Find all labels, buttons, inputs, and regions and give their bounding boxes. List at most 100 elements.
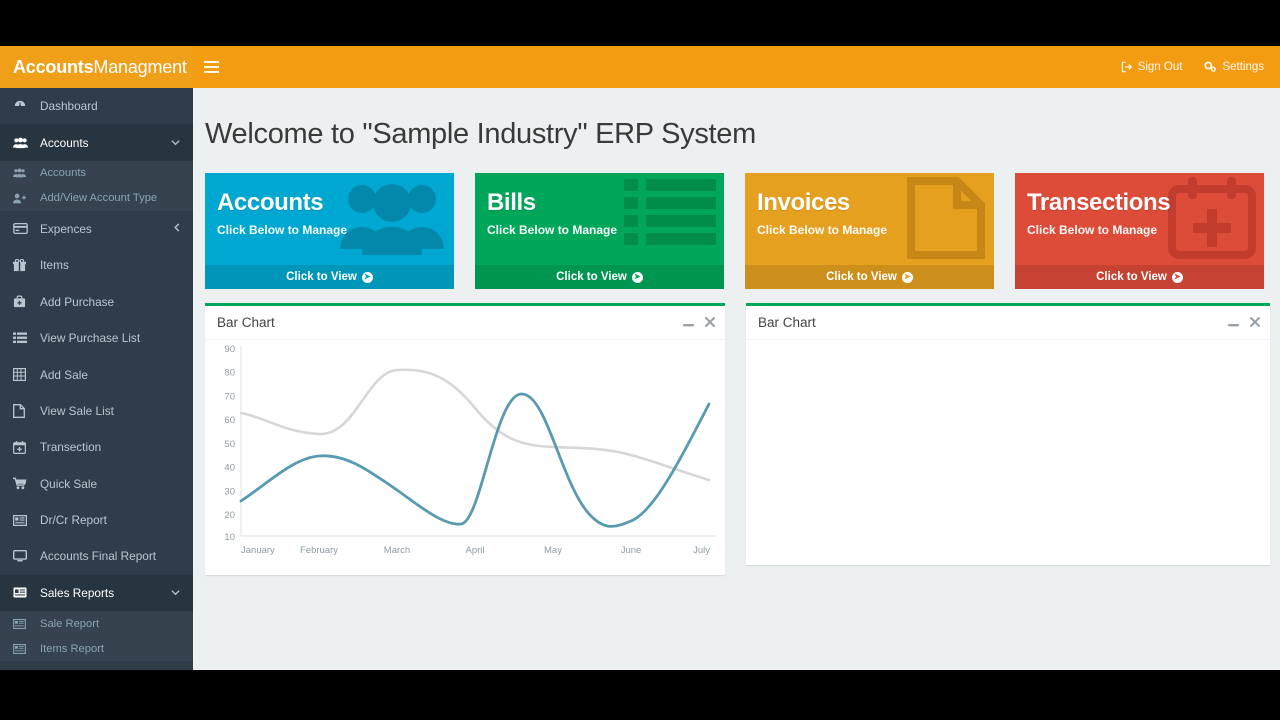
panel-tools (683, 316, 715, 329)
sidebar: Dashboard Accounts Accounts Add/View Acc… (0, 88, 193, 670)
svg-text:February: February (300, 545, 338, 556)
card-invoices[interactable]: Invoices Click Below to Manage Click to … (745, 173, 994, 289)
card-subtitle: Click Below to Manage (217, 223, 348, 237)
sidebar-item-dashboard[interactable]: Dashboard (0, 88, 193, 124)
chevron-down-icon (171, 137, 180, 148)
arrow-right-icon: ➤ (901, 271, 913, 283)
card-accounts[interactable]: Accounts Click Below to Manage Click to … (205, 173, 454, 289)
gear-icon (1204, 61, 1217, 73)
card-title: Accounts (217, 189, 324, 216)
close-icon[interactable] (705, 316, 715, 329)
sidebar-item-accounts[interactable]: Accounts (0, 124, 193, 161)
sign-out-icon (1121, 61, 1133, 73)
navbar-right-links: Sign Out Settings (1121, 61, 1280, 73)
sidebar-item-dr-cr-report[interactable]: Dr/Cr Report (0, 502, 193, 538)
cart-icon (13, 477, 31, 490)
card-footer-link[interactable]: Click to View ➤ (205, 265, 454, 289)
sidebar-subitem-accounts[interactable]: Accounts (0, 161, 193, 186)
panel-title: Bar Chart (758, 315, 816, 330)
sidebar-item-label: Items (40, 258, 69, 273)
sidebar-item-view-purchase-list[interactable]: View Purchase List (0, 320, 193, 356)
minus-icon[interactable] (683, 316, 694, 329)
brand-bold: Accounts (13, 56, 94, 77)
card-subtitle: Click Below to Manage (1027, 223, 1158, 237)
svg-text:10: 10 (224, 532, 235, 543)
sidebar-item-add-purchase[interactable]: Add Purchase (0, 284, 193, 320)
page-title: Welcome to "Sample Industry" ERP System (205, 118, 756, 150)
sidebar-item-sales-reports[interactable]: Sales Reports (0, 574, 193, 612)
gift-icon (13, 258, 31, 272)
sidebar-subitem-sale-report[interactable]: Sale Report (0, 611, 193, 636)
minus-icon[interactable] (1228, 316, 1239, 329)
sidebar-subitem-label: Add/View Account Type (40, 192, 158, 205)
sidebar-item-label: Dashboard (40, 99, 98, 114)
settings-button[interactable]: Settings (1204, 61, 1264, 73)
card-footer-label: Click to View (556, 271, 627, 283)
close-icon[interactable] (1250, 316, 1260, 329)
dashboard-icon (13, 99, 31, 113)
chart-series-b (239, 392, 711, 528)
file-icon (13, 403, 31, 418)
brand-light: Managment (93, 56, 187, 77)
main-content: Welcome to "Sample Industry" ERP System … (193, 88, 1280, 670)
card-footer-link[interactable]: Click to View ➤ (1015, 265, 1264, 289)
sidebar-item-add-sale[interactable]: Add Sale (0, 356, 193, 392)
hamburger-icon[interactable] (193, 46, 229, 88)
card-footer-label: Click to View (826, 271, 897, 283)
settings-label: Settings (1222, 61, 1264, 73)
svg-text:80: 80 (224, 368, 235, 379)
sidebar-item-view-sale-list[interactable]: View Sale List (0, 393, 193, 429)
card-footer-label: Click to View (1096, 271, 1167, 283)
sign-out-button[interactable]: Sign Out (1121, 61, 1182, 73)
arrow-right-icon: ➤ (631, 271, 643, 283)
sidebar-item-transection[interactable]: Transection (0, 429, 193, 465)
chart-panels: Bar Chart 90 80 70 60 50 40 30 20 10 Jan… (193, 289, 1280, 575)
sidebar-item-label: View Purchase List (40, 331, 141, 346)
sidebar-item-label: Transection (40, 440, 102, 455)
svg-text:20: 20 (224, 510, 235, 521)
svg-text:March: March (384, 545, 410, 556)
users-icon (13, 168, 31, 178)
card-footer-link[interactable]: Click to View ➤ (475, 265, 724, 289)
svg-text:70: 70 (224, 392, 235, 403)
sales-reports-submenu: Sale Report Items Report (0, 611, 193, 662)
svg-text:May: May (544, 545, 562, 556)
y-tick-labels: 90 80 70 60 50 40 30 20 10 (224, 344, 235, 543)
sidebar-item-accounts-final-report[interactable]: Accounts Final Report (0, 538, 193, 574)
svg-text:50: 50 (224, 439, 235, 450)
sidebar-item-label: Add Purchase (40, 294, 115, 309)
card-bills[interactable]: Bills Click Below to Manage Click to Vie… (475, 173, 724, 289)
briefcase-icon (13, 295, 31, 308)
panel-bar-chart-right: Bar Chart (746, 303, 1270, 565)
users-icon (13, 137, 31, 149)
arrow-right-icon: ➤ (361, 271, 373, 283)
sidebar-subitem-add-view-account-type[interactable]: Add/View Account Type (0, 186, 193, 211)
sidebar-subitem-items-report[interactable]: Items Report (0, 636, 193, 661)
sidebar-item-label: Add Sale (40, 367, 88, 382)
id-card-icon (13, 587, 31, 598)
calendar-plus-icon (13, 440, 31, 454)
brand-logo[interactable]: Accounts Managment (0, 46, 193, 88)
svg-text:July: July (693, 545, 710, 556)
card-footer-label: Click to View (286, 271, 357, 283)
panel-body-empty (746, 340, 1270, 565)
sidebar-item-items[interactable]: Items (0, 247, 193, 283)
card-title: Invoices (757, 189, 850, 216)
panel-header: Bar Chart (746, 306, 1270, 340)
card-title: Transections (1027, 189, 1171, 216)
summary-cards: Accounts Click Below to Manage Click to … (193, 151, 1280, 289)
sidebar-item-quick-sale[interactable]: Quick Sale (0, 466, 193, 502)
card-subtitle: Click Below to Manage (757, 223, 888, 237)
sidebar-item-label: Dr/Cr Report (40, 513, 107, 528)
card-footer-link[interactable]: Click to View ➤ (745, 265, 994, 289)
accounts-submenu: Accounts Add/View Account Type (0, 160, 193, 211)
sidebar-item-expences[interactable]: Expences (0, 211, 193, 247)
monitor-icon (13, 550, 31, 562)
report-icon (13, 514, 31, 526)
card-transections[interactable]: Transections Click Below to Manage Click… (1015, 173, 1264, 289)
x-tick-labels: January February March April May June Ju… (241, 545, 710, 556)
table-icon (13, 618, 31, 629)
top-navbar: Accounts Managment Sign Out Settings (0, 46, 1280, 88)
chevron-left-icon (174, 223, 180, 235)
svg-text:40: 40 (224, 463, 235, 474)
